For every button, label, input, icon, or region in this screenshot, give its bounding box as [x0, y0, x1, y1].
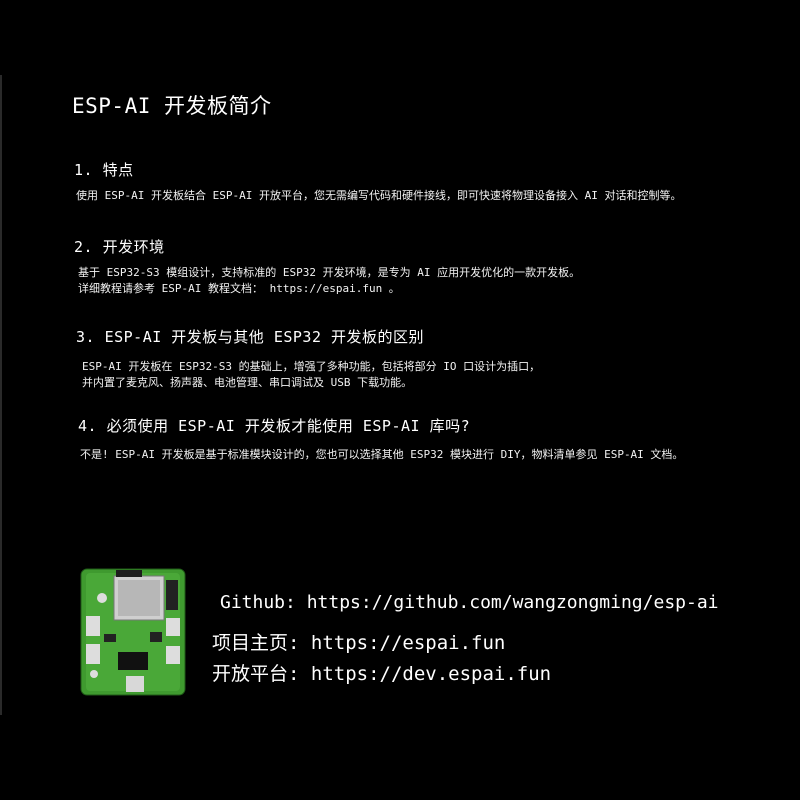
- esp-ai-board-image: [80, 568, 186, 696]
- section-4-line-1: 不是! ESP-AI 开发板是基于标准模块设计的，您也可以选择其他 ESP32 …: [80, 448, 684, 461]
- github-link[interactable]: Github: https://github.com/wangzongming/…: [220, 592, 719, 613]
- left-border: [0, 75, 2, 715]
- section-2-line-2: 详细教程请参考 ESP-AI 教程文档： https://espai.fun 。: [78, 282, 400, 295]
- platform-link[interactable]: 开放平台: https://dev.espai.fun: [212, 659, 551, 686]
- section-4-heading: 4. 必须使用 ESP-AI 开发板才能使用 ESP-AI 库吗?: [78, 417, 471, 435]
- section-3-line-2: 并内置了麦克风、扬声器、电池管理、串口调试及 USB 下载功能。: [82, 376, 413, 389]
- home-link[interactable]: 项目主页: https://espai.fun: [212, 628, 505, 655]
- section-2-heading: 2. 开发环境: [74, 238, 165, 256]
- section-3-heading: 3. ESP-AI 开发板与其他 ESP32 开发板的区别: [76, 328, 425, 346]
- section-1-heading: 1. 特点: [74, 161, 134, 179]
- section-2-line-1: 基于 ESP32-S3 模组设计，支持标准的 ESP32 开发环境，是专为 AI…: [78, 266, 581, 279]
- section-1-line-1: 使用 ESP-AI 开发板结合 ESP-AI 开放平台，您无需编写代码和硬件接线…: [76, 189, 682, 202]
- section-3-line-1: ESP-AI 开发板在 ESP32-S3 的基础上，增强了多种功能，包括将部分 …: [82, 360, 541, 373]
- page-title: ESP-AI 开发板简介: [72, 94, 272, 118]
